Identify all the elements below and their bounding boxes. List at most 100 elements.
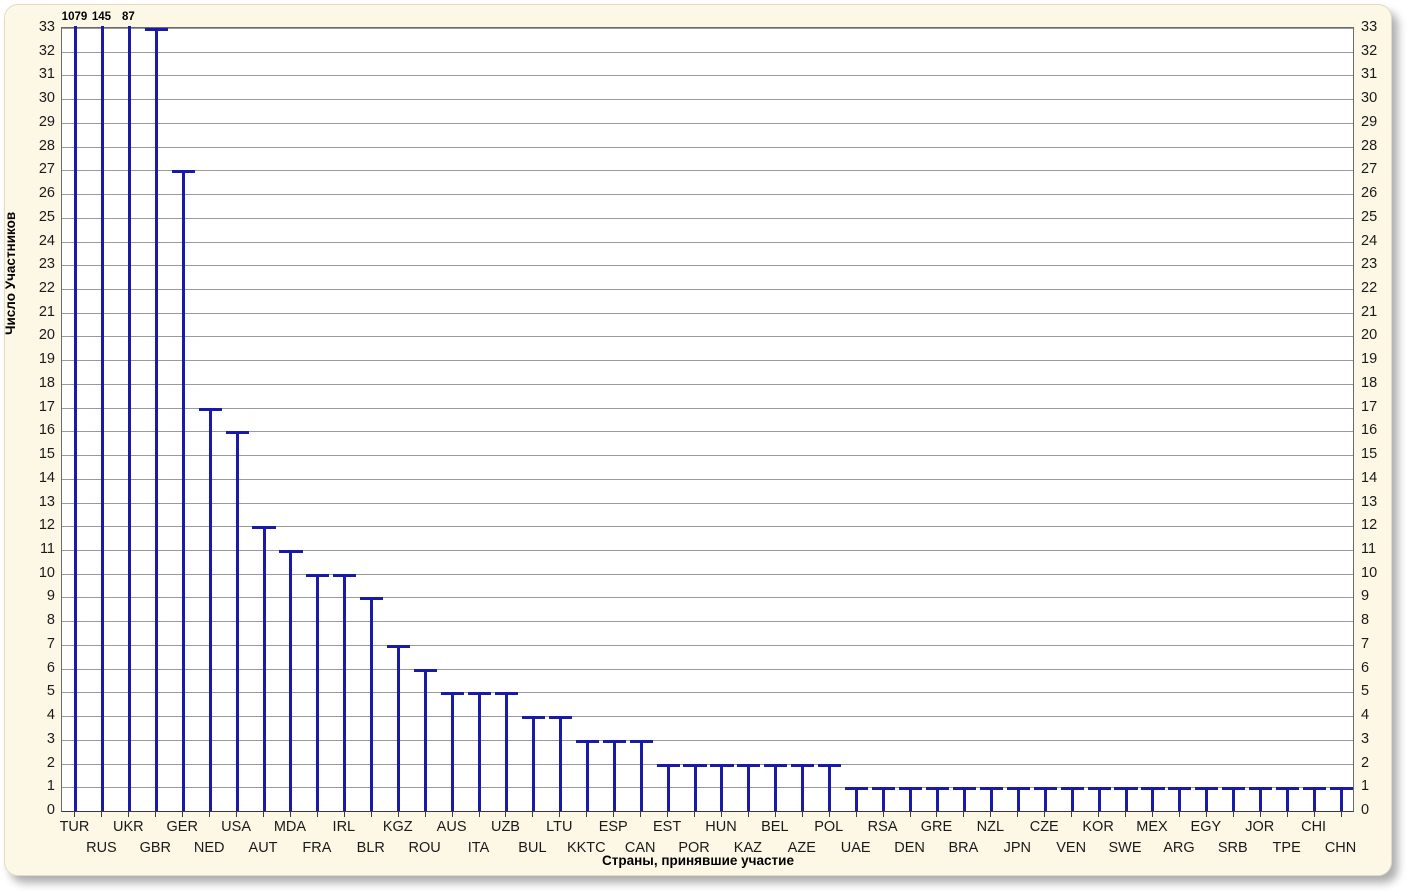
x-axis-tick-label: EGY <box>1190 819 1222 835</box>
y-axis-tick-label-right: 17 <box>1361 398 1378 415</box>
bar-stem <box>397 644 401 811</box>
x-axis-tick-mark <box>1340 812 1342 817</box>
y-axis-tick-label: 31 <box>38 66 55 83</box>
bar-cap <box>1222 787 1246 791</box>
y-axis-tick-label: 1 <box>46 778 55 795</box>
y-axis-tick-label-right: 9 <box>1361 588 1370 605</box>
x-axis-tick-label: UAE <box>840 840 871 856</box>
x-axis-tick-label: LTU <box>546 819 573 835</box>
x-axis-tick-label: AUT <box>248 840 278 856</box>
y-axis-tick-label-right: 21 <box>1361 303 1378 320</box>
x-axis-tick-mark <box>182 812 184 817</box>
y-axis-tick-label-right: 19 <box>1361 351 1378 368</box>
bar-cap <box>441 692 465 696</box>
y-axis-tick-label-right: 8 <box>1361 612 1370 629</box>
bar-stem <box>100 26 104 811</box>
bar-cap <box>818 763 842 767</box>
bar-stem <box>1178 787 1182 811</box>
bar-stem <box>612 739 616 811</box>
bar <box>1195 787 1219 811</box>
bar <box>360 597 384 811</box>
bar-cap <box>1329 787 1354 791</box>
bar <box>1114 787 1138 811</box>
bar-stem <box>1070 787 1074 811</box>
x-axis-tick-label: RSA <box>867 819 898 835</box>
bar-stem <box>1016 787 1020 811</box>
x-axis-tick-label: JOR <box>1245 819 1275 835</box>
y-axis-tick-label-right: 22 <box>1361 280 1378 296</box>
x-axis-tick-label: GRE <box>920 819 953 835</box>
gridline <box>62 478 1353 480</box>
y-axis-tick-label: 30 <box>38 90 55 107</box>
bar-cap <box>414 668 438 672</box>
bar <box>252 526 276 811</box>
y-axis-tick-label-right: 20 <box>1361 327 1378 344</box>
x-axis-tick-mark <box>155 812 157 817</box>
y-axis-tick-label: 14 <box>38 469 55 486</box>
bar-cap <box>1087 787 1111 791</box>
bar-cap <box>1033 787 1057 791</box>
y-axis-tick-label-right: 13 <box>1361 493 1378 510</box>
bar-stem <box>747 763 751 811</box>
x-axis-tick-label: CHI <box>1301 819 1327 835</box>
y-axis-tick-label-right: 2 <box>1361 754 1370 771</box>
bar-cap <box>979 787 1003 791</box>
y-axis-tick-label-right: 3 <box>1361 730 1370 747</box>
x-axis-tick-mark <box>1125 812 1127 817</box>
x-axis-tick-mark <box>963 812 965 817</box>
bar <box>1006 787 1030 811</box>
bar-stem <box>693 763 697 811</box>
x-axis-tick-mark <box>640 812 642 817</box>
bar-stem <box>1124 787 1128 811</box>
bar <box>441 692 465 811</box>
bar-cap <box>575 739 599 743</box>
bar-cap <box>791 763 815 767</box>
x-axis-tick-mark <box>801 812 803 817</box>
y-axis-tick-label-right: 11 <box>1361 541 1377 557</box>
bar-cap <box>656 763 680 767</box>
x-axis-tick-mark <box>774 812 776 817</box>
bar <box>414 668 438 811</box>
gridline <box>62 360 1353 362</box>
bar-cap <box>1006 787 1030 791</box>
y-axis-tick-label-right: 18 <box>1361 374 1378 391</box>
gridline <box>62 28 1353 29</box>
y-axis-tick-label: 28 <box>38 137 55 154</box>
x-axis-tick-label: POL <box>814 819 844 835</box>
x-axis-tick-label: NED <box>193 840 225 856</box>
bar-stem <box>451 692 455 811</box>
gridline <box>62 241 1353 243</box>
bar-stem <box>882 787 886 811</box>
bar-cap <box>467 692 492 696</box>
x-axis-tick-label: GBR <box>139 840 171 856</box>
bar-stem <box>909 787 913 811</box>
x-axis-tick-label: TPE <box>1272 840 1301 856</box>
y-axis-tick-label: 8 <box>46 612 55 629</box>
bar-stem <box>343 573 347 811</box>
x-axis-tick-mark <box>451 812 453 817</box>
bar-cap <box>602 739 626 743</box>
y-axis-tick-label-right: 31 <box>1361 66 1378 83</box>
y-axis-tick-label-right: 28 <box>1361 137 1378 154</box>
bar <box>1329 787 1354 811</box>
y-axis-tick-label: 20 <box>38 327 55 344</box>
y-axis-tick-label-right: 6 <box>1361 659 1370 676</box>
y-axis-tick-label-right: 33 <box>1361 19 1378 35</box>
y-axis-tick-label: 21 <box>38 303 55 320</box>
bar-cap <box>360 597 384 601</box>
bar-stem <box>235 431 239 811</box>
bar-cap <box>1060 787 1084 791</box>
x-axis-tick-mark <box>882 812 884 817</box>
bar <box>198 407 222 811</box>
y-axis-tick-label: 15 <box>38 446 55 463</box>
bar-cap <box>925 787 950 791</box>
x-axis-tick-mark <box>343 812 345 817</box>
bar-cap <box>494 692 519 696</box>
x-axis-tick-mark <box>128 812 130 817</box>
y-axis-tick-label: 32 <box>38 42 55 59</box>
y-axis-tick-label-right: 27 <box>1361 161 1378 178</box>
x-axis-tick-mark <box>613 812 615 817</box>
x-axis-tick-label: ROU <box>408 840 441 856</box>
bar <box>1033 787 1057 811</box>
x-axis-tick-mark <box>1313 812 1315 817</box>
